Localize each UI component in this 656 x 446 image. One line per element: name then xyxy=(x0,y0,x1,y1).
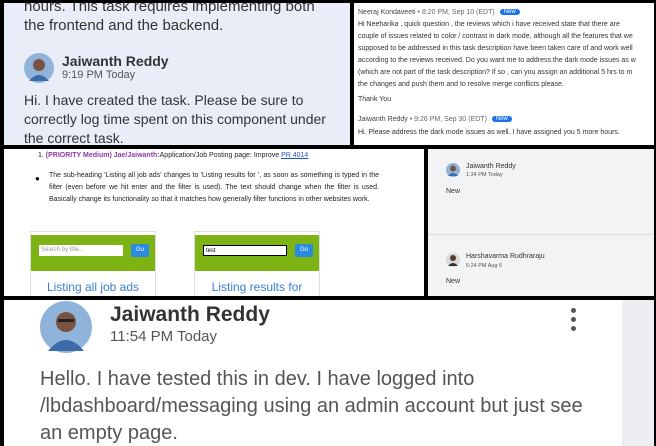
message-time: 9:19 PM Today xyxy=(62,69,136,81)
avatar[interactable] xyxy=(446,253,460,267)
search-input[interactable]: Search by title... xyxy=(39,245,123,256)
screenshot-listing-results: test Go Listing results for xyxy=(194,231,320,296)
divider xyxy=(428,234,654,235)
listing-heading: Listing all job ads xyxy=(46,280,140,294)
comment-line: supposed to be addressed in this task de… xyxy=(358,45,633,52)
priority-label: (PRIORITY Medium) Jae/Jaiwanth: xyxy=(45,152,160,159)
message-author: Harshavarma Rudhraraju xyxy=(466,253,545,260)
avatar[interactable] xyxy=(24,53,54,83)
message-author: Jaiwanth Reddy xyxy=(110,303,270,326)
message-body: New xyxy=(446,188,461,195)
avatar[interactable] xyxy=(446,163,460,177)
message-body: New xyxy=(446,278,461,285)
go-button[interactable]: Go xyxy=(295,244,313,257)
message-author: Jaiwanth Reddy xyxy=(62,53,169,69)
task-heading: 1. (PRIORITY Medium) Jae/Jaiwanth:Applic… xyxy=(38,152,308,159)
pr-link[interactable]: PR 4014 xyxy=(281,152,308,159)
message-time: 11:54 PM Today xyxy=(110,328,218,345)
comment-body: Hi Neeharika , quick question , the revi… xyxy=(358,19,654,91)
screenshot-listing-all: Search by title... Go Listing all job ad… xyxy=(30,231,156,296)
comment-thanks: Thank You xyxy=(358,96,392,103)
previous-message-text: hours. This task requires implementing b… xyxy=(24,3,315,34)
more-options-icon[interactable] xyxy=(567,308,579,336)
comment-line: Hi Neeharika , quick question , the revi… xyxy=(358,21,620,28)
message-time: 6:24 PM Aug 6 xyxy=(466,263,503,269)
message-body: Hi. I have created the task. Please be s… xyxy=(24,92,326,145)
chat-panel-bottom: Jaiwanth Reddy 11:54 PM Today Hello. I h… xyxy=(4,300,654,446)
task-title: Application/Job Posting page: Improve xyxy=(159,152,280,159)
bullet-icon: ● xyxy=(35,174,40,183)
comment-header: Neeraj Kondaveeti • 8:20 PM, Sep 10 (EDT… xyxy=(358,9,520,16)
go-button[interactable]: Go xyxy=(131,244,149,257)
side-edge xyxy=(622,300,654,446)
comment-header: Jaiwanth Reddy • 9:26 PM, Sep 30 (EDT) N… xyxy=(358,116,512,123)
message-card: Jaiwanth Reddy 11:54 PM Today Hello. I h… xyxy=(4,300,622,446)
new-badge: New xyxy=(491,116,512,122)
comment-time: • 9:26 PM, Sep 30 (EDT) xyxy=(409,116,487,123)
comment-line: couple of issues related to color / cont… xyxy=(358,33,633,40)
listing-heading: Listing results for xyxy=(211,280,303,294)
comment-body: Hi. Please address the dark mode issues … xyxy=(358,129,620,136)
comment-time: • 8:20 PM, Sep 10 (EDT) xyxy=(417,9,495,16)
search-input[interactable]: test xyxy=(203,245,287,256)
comment-thread-panel: Neeraj Kondaveeti • 8:20 PM, Sep 10 (EDT… xyxy=(354,3,654,145)
chat-panel-top-left: hours. This task requires implementing b… xyxy=(4,3,350,145)
new-badge: New xyxy=(499,9,520,15)
message-author: Jaiwanth Reddy xyxy=(466,163,516,170)
comment-author[interactable]: Jaiwanth Reddy xyxy=(358,116,408,123)
avatar[interactable] xyxy=(40,301,92,353)
message-body: Hello. I have tested this in dev. I have… xyxy=(40,368,583,444)
task-document-panel: 1. (PRIORITY Medium) Jae/Jaiwanth:Applic… xyxy=(4,149,424,296)
list-number: 1. xyxy=(38,152,44,159)
chat-list-panel: Jaiwanth Reddy 1:34 PM Today New Harshav… xyxy=(428,149,654,296)
message-time: 1:34 PM Today xyxy=(466,172,503,178)
task-description: The sub-heading 'Listing all job ads' ch… xyxy=(49,172,379,203)
comment-author[interactable]: Neeraj Kondaveeti xyxy=(358,9,416,16)
comment-line: (which are not part of the task descript… xyxy=(358,69,633,76)
comment-line: the changes and push them and to resolve… xyxy=(358,81,564,88)
comment-line: according to the reviews received. Do yo… xyxy=(358,57,636,64)
